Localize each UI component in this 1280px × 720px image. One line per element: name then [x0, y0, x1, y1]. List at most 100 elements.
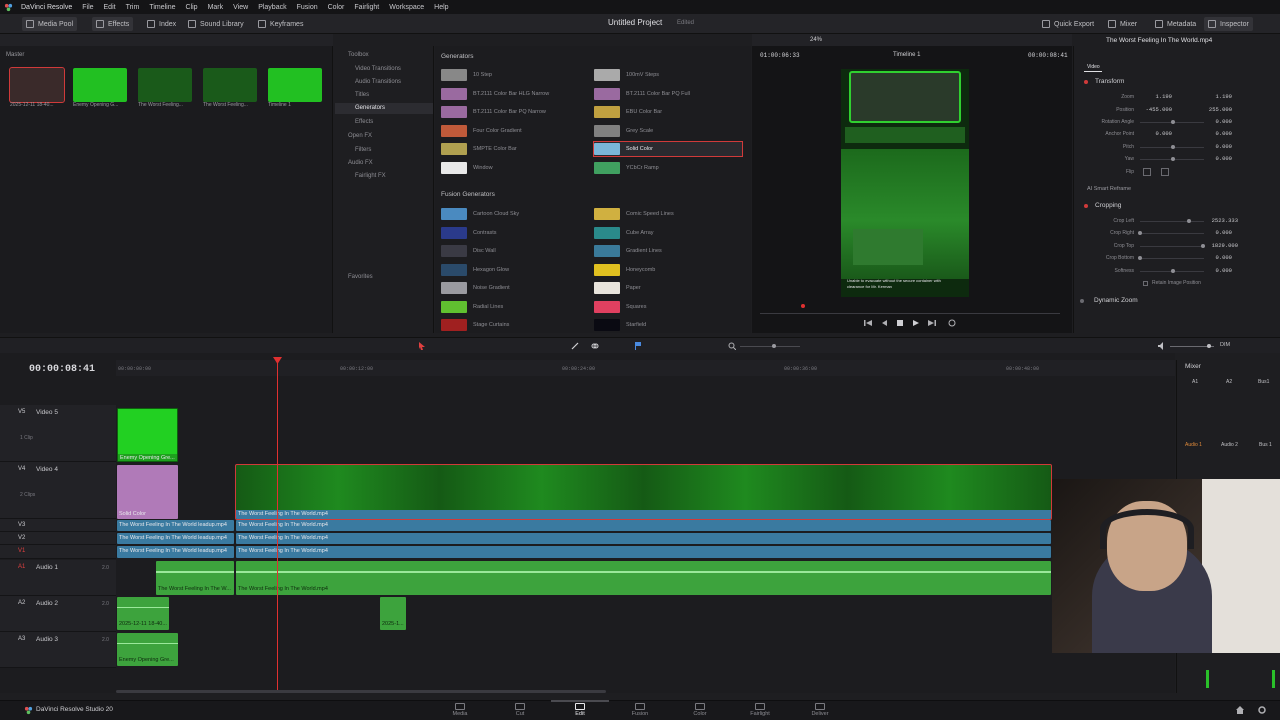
timeline-clip-v4-main[interactable]: The Worst Feeling In The World.mp4 — [235, 464, 1052, 520]
generator-item[interactable]: Solid Color — [593, 141, 743, 157]
tree-filters[interactable]: Filters — [355, 147, 371, 153]
timeline-clip-a2-2[interactable]: 2025-1... — [380, 597, 406, 630]
timeline-clip-solid-color[interactable]: Solid Color — [117, 465, 178, 519]
rotation-slider-knob[interactable] — [1171, 120, 1175, 124]
zoom-y-value[interactable]: 1.190 — [1202, 93, 1232, 100]
crop-top-slider[interactable] — [1140, 246, 1204, 247]
timeline-clip-a1-main[interactable]: The Worst Feeling In The World.mp4 — [236, 561, 1051, 595]
transform-header[interactable]: Transform — [1095, 78, 1124, 85]
track-header-v3[interactable]: V3 — [0, 519, 116, 532]
step-back-icon[interactable] — [880, 319, 888, 327]
media-pool-button[interactable]: Media Pool — [22, 17, 78, 31]
cropping-enabled-dot[interactable] — [1084, 204, 1088, 208]
media-clip-thumb[interactable] — [268, 68, 322, 102]
linked-selection-icon[interactable] — [591, 342, 599, 350]
generator-item[interactable]: Paper — [594, 281, 742, 295]
media-clip-thumb[interactable] — [73, 68, 127, 102]
crop-right-value[interactable]: 0.000 — [1202, 229, 1232, 236]
menu-trim[interactable]: Trim — [121, 4, 145, 11]
page-fusion[interactable]: Fusion — [620, 703, 660, 717]
timeline-clip-v1-leadup[interactable]: The Worst Feeling In The World leadup.mp… — [117, 546, 234, 558]
flag-icon[interactable] — [634, 342, 642, 350]
timeline-timecode[interactable]: 00:00:08:41 — [29, 364, 95, 375]
generator-item[interactable]: 10 Step — [441, 68, 589, 82]
generator-item[interactable]: BT.2111 Color Bar HLG Narrow — [441, 87, 589, 101]
loop-icon[interactable] — [948, 319, 956, 327]
anchor-y-value[interactable]: 0.000 — [1202, 130, 1232, 137]
flip-horizontal-icon[interactable] — [1143, 168, 1151, 176]
generator-item[interactable]: BT.2111 Color Bar PQ Narrow — [441, 105, 589, 119]
settings-gear-icon[interactable] — [1258, 706, 1266, 714]
timeline-zoom-knob[interactable] — [772, 344, 776, 348]
yaw-value[interactable]: 0.000 — [1202, 155, 1232, 162]
crop-top-value[interactable]: 1829.000 — [1206, 242, 1238, 249]
master-bin-label[interactable]: Master — [6, 52, 24, 58]
rotation-value[interactable]: 0.000 — [1202, 118, 1232, 125]
timeline-clip-v3-main[interactable]: The Worst Feeling In The World.mp4 — [236, 520, 1051, 531]
timeline-clip-a3[interactable]: Enemy Opening Gre... — [117, 633, 178, 666]
page-edit[interactable]: Edit — [560, 703, 600, 717]
tree-effects[interactable]: Effects — [355, 119, 373, 125]
generator-item[interactable]: Noise Gradient — [441, 281, 589, 295]
generator-item[interactable]: Cube Array — [594, 226, 742, 240]
zoom-timeline-icon[interactable] — [728, 342, 736, 350]
quick-export-button[interactable]: Quick Export — [1038, 17, 1098, 31]
volume-icon[interactable] — [1158, 342, 1167, 350]
viewer-timeline-name[interactable]: Timeline 1 — [893, 52, 920, 58]
timeline-playhead[interactable] — [277, 360, 278, 693]
softness-slider-knob[interactable] — [1171, 269, 1175, 273]
generator-item[interactable]: Comic Speed Lines — [594, 207, 742, 221]
softness-value[interactable]: 0.000 — [1202, 267, 1232, 274]
index-button[interactable]: Index — [143, 17, 180, 31]
position-x-value[interactable]: -455.000 — [1142, 106, 1172, 113]
track-name[interactable]: Video 5 — [36, 409, 58, 416]
mixer-button[interactable]: Mixer — [1104, 17, 1141, 31]
tree-generators[interactable]: Generators — [335, 103, 433, 114]
tree-favorites[interactable]: Favorites — [348, 274, 373, 280]
timeline-clip-v5[interactable]: Enemy Opening Gre... — [117, 408, 178, 462]
generator-item[interactable]: Window — [441, 161, 589, 175]
crop-right-slider[interactable] — [1140, 233, 1204, 234]
pitch-slider-knob[interactable] — [1171, 145, 1175, 149]
flip-vertical-icon[interactable] — [1161, 168, 1169, 176]
go-to-start-icon[interactable] — [864, 319, 872, 327]
dynamic-zoom-header[interactable]: Dynamic Zoom — [1094, 297, 1138, 304]
track-header-v1[interactable]: V1 — [0, 545, 116, 559]
pitch-value[interactable]: 0.000 — [1202, 143, 1232, 150]
inspector-button[interactable]: Inspector — [1204, 17, 1253, 31]
crop-right-slider-knob[interactable] — [1138, 231, 1142, 235]
sound-library-button[interactable]: Sound Library — [184, 17, 248, 31]
generator-item[interactable]: Disc Wall — [441, 244, 589, 258]
tree-titles[interactable]: Titles — [355, 92, 369, 98]
menu-color[interactable]: Color — [323, 4, 350, 11]
track-header-a1[interactable]: A1 Audio 1 2.0 — [0, 560, 116, 596]
generator-item[interactable]: Honeycomb — [594, 263, 742, 277]
viewer-playhead[interactable] — [801, 304, 805, 308]
generator-item[interactable]: Hexagon Glow — [441, 263, 589, 277]
page-color[interactable]: Color — [680, 703, 720, 717]
retain-image-checkbox[interactable] — [1143, 281, 1148, 286]
tree-video-transitions[interactable]: Video Transitions — [355, 66, 401, 72]
cropping-header[interactable]: Cropping — [1095, 202, 1121, 209]
generator-item[interactable]: Starfield — [594, 318, 742, 332]
generator-item[interactable]: EBU Color Bar — [594, 105, 742, 119]
generator-item[interactable]: Gradient Lines — [594, 244, 742, 258]
anchor-x-value[interactable]: 0.000 — [1142, 130, 1172, 137]
crop-left-value[interactable]: 2523.333 — [1206, 217, 1238, 224]
selection-tool-icon[interactable] — [418, 342, 426, 350]
viewer-zoom-dropdown[interactable]: 24% — [810, 37, 822, 43]
tree-toolbox[interactable]: Toolbox — [348, 52, 369, 58]
track-header-v5[interactable]: V5 Video 5 1 Clip — [0, 405, 116, 462]
generator-item[interactable]: BT.2111 Color Bar PQ Full — [594, 87, 742, 101]
generator-item[interactable]: YCbCr Ramp — [594, 161, 742, 175]
tree-fairlight-fx[interactable]: Fairlight FX — [355, 173, 386, 179]
track-header-v2[interactable]: V2 — [0, 532, 116, 545]
generator-item[interactable]: 100mV Steps — [594, 68, 742, 82]
page-fairlight[interactable]: Fairlight — [740, 703, 780, 717]
smart-reframe-header[interactable]: AI Smart Reframe — [1087, 186, 1131, 192]
track-header-v4[interactable]: V4 Video 4 2 Clips — [0, 462, 116, 519]
timeline-zoom-slider[interactable] — [740, 346, 800, 347]
transform-enabled-dot[interactable] — [1084, 80, 1088, 84]
media-clip-thumb[interactable] — [9, 67, 65, 103]
timeline-clip-v2-leadup[interactable]: The Worst Feeling In The World leadup.mp… — [117, 533, 234, 544]
